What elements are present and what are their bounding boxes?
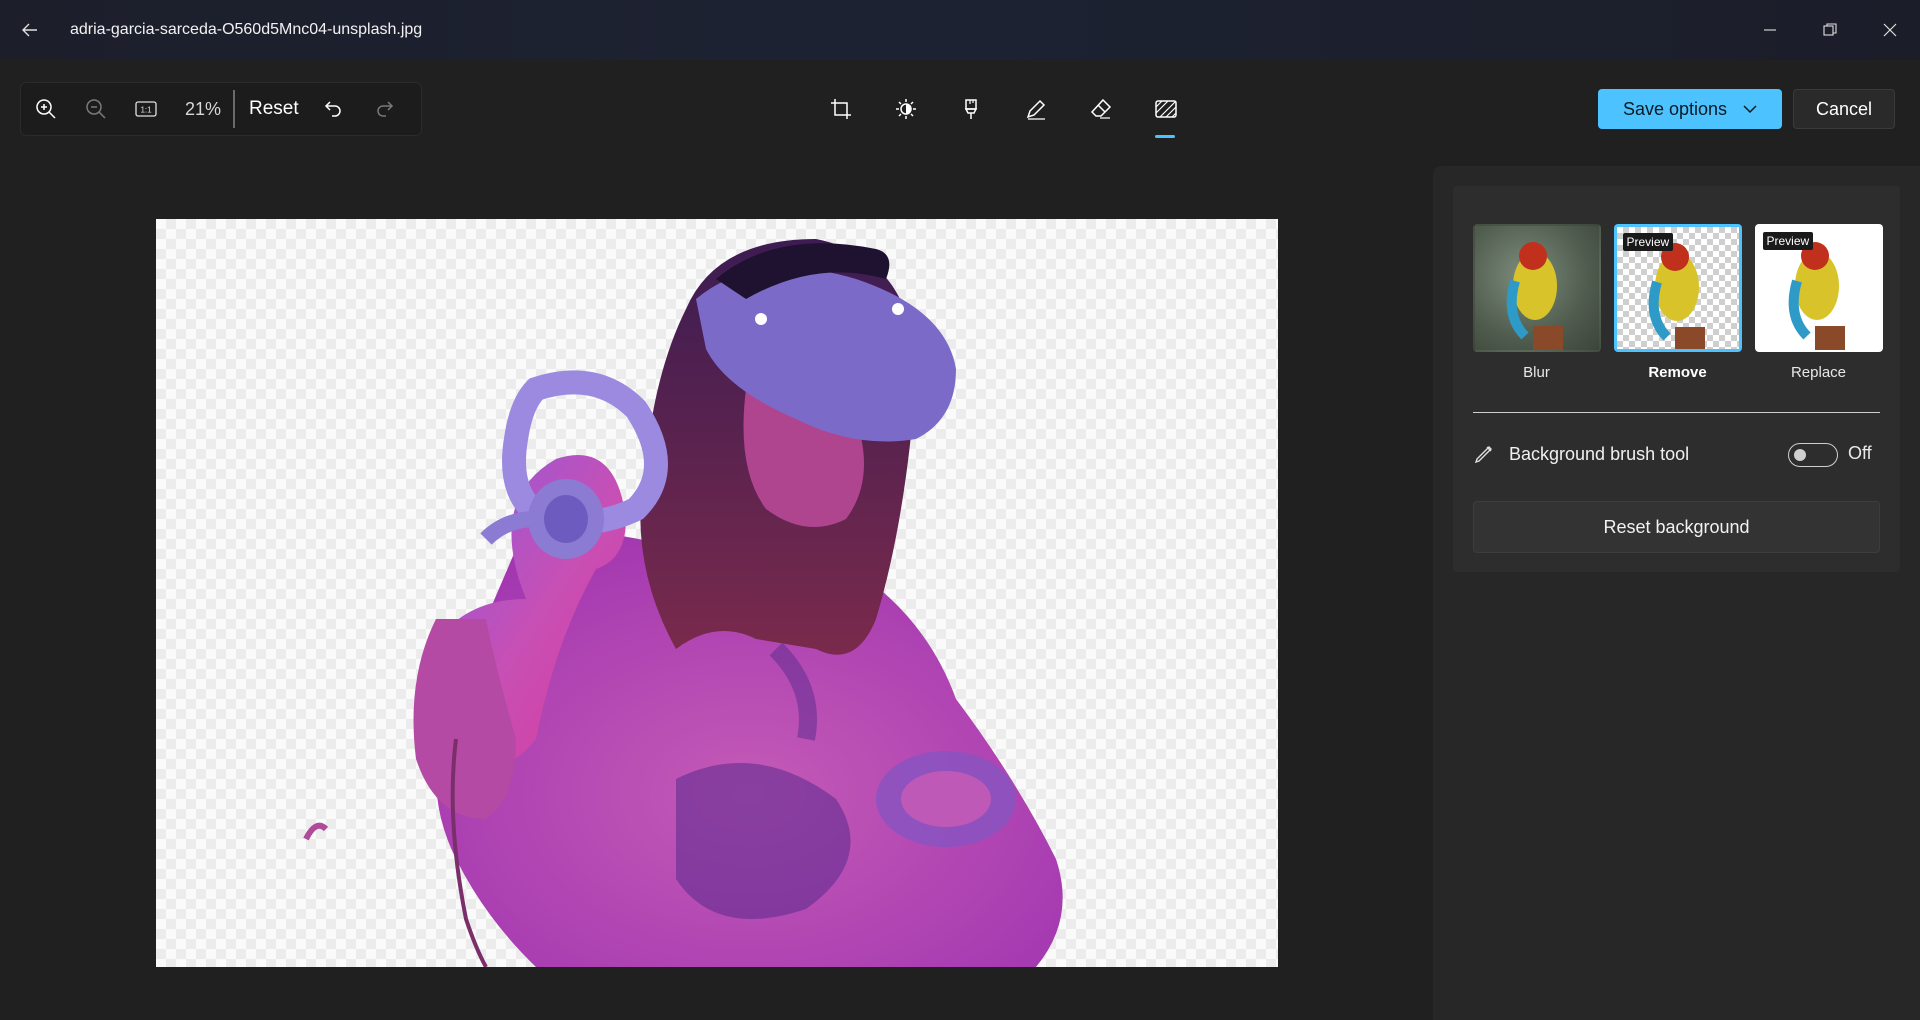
actual-size-button[interactable]: 1:1 xyxy=(121,82,171,136)
preview-badge: Preview xyxy=(1622,233,1674,251)
edit-tools xyxy=(808,82,1198,140)
crop-tool[interactable] xyxy=(808,82,873,136)
background-brush-toggle[interactable] xyxy=(1788,443,1838,467)
minimize-icon xyxy=(1764,29,1776,31)
adjustment-tool[interactable] xyxy=(873,82,938,136)
save-options-label: Save options xyxy=(1622,98,1728,119)
chevron-down-icon xyxy=(1743,105,1757,114)
window-controls xyxy=(1740,0,1920,60)
reset-button[interactable]: Reset xyxy=(239,98,309,120)
restore-icon xyxy=(1823,23,1837,36)
crop-icon xyxy=(830,99,851,119)
blur-label: Blur xyxy=(1523,364,1550,381)
title-bar: adria-garcia-sarceda-O560d5Mnc04-unsplas… xyxy=(0,0,1920,60)
remove-thumbnail[interactable]: Preview xyxy=(1613,224,1742,352)
divider xyxy=(1473,412,1880,413)
filter-icon xyxy=(964,99,977,119)
background-options: Blur Preview Remove Preview Replace xyxy=(1471,224,1884,381)
zoom-in-icon xyxy=(36,99,56,119)
undo-button[interactable] xyxy=(309,82,359,136)
close-button[interactable] xyxy=(1860,0,1920,60)
background-brush-label: Background brush tool xyxy=(1509,443,1690,464)
option-blur[interactable]: Blur xyxy=(1471,224,1602,381)
brightness-icon xyxy=(895,99,916,119)
close-icon xyxy=(1883,23,1897,37)
save-options-button[interactable]: Save options xyxy=(1598,89,1782,129)
file-name: adria-garcia-sarceda-O560d5Mnc04-unsplas… xyxy=(70,21,423,38)
zoom-level[interactable]: 21% xyxy=(171,99,229,120)
zoom-out-button[interactable] xyxy=(71,82,121,136)
pen-icon xyxy=(1026,99,1045,120)
remove-label: Remove xyxy=(1648,364,1707,381)
subject-cutout xyxy=(303,239,1063,967)
zoom-in-button[interactable] xyxy=(21,82,71,136)
toggle-knob xyxy=(1794,449,1806,461)
edited-image[interactable] xyxy=(156,219,1278,967)
back-arrow-icon xyxy=(22,23,37,37)
preview-badge: Preview xyxy=(1762,232,1814,250)
undo-icon xyxy=(324,101,341,117)
redo-button[interactable] xyxy=(359,82,409,136)
replace-label: Replace xyxy=(1790,364,1847,381)
background-icon xyxy=(1154,100,1177,118)
toolbar-divider xyxy=(233,90,235,128)
option-remove[interactable]: Preview Remove xyxy=(1612,224,1743,381)
background-panel: Blur Preview Remove Preview Replace Back… xyxy=(1433,166,1920,1020)
restore-button[interactable] xyxy=(1800,0,1860,60)
canvas-area xyxy=(0,160,1432,1020)
cancel-button[interactable]: Cancel xyxy=(1793,89,1895,129)
redo-icon xyxy=(376,101,393,117)
option-replace[interactable]: Preview Replace xyxy=(1753,224,1884,381)
background-brush-row: Background brush tool Off xyxy=(1473,434,1880,474)
actual-size-icon: 1:1 xyxy=(135,101,157,117)
eraser-icon xyxy=(1090,98,1111,119)
filter-tool[interactable] xyxy=(938,82,1003,136)
zoom-out-icon xyxy=(86,99,106,119)
markup-tool[interactable] xyxy=(1003,82,1068,136)
back-button[interactable] xyxy=(0,0,60,60)
blur-thumbnail[interactable] xyxy=(1472,224,1601,352)
background-options-card: Blur Preview Remove Preview Replace Back… xyxy=(1453,186,1900,572)
reset-background-button[interactable]: Reset background xyxy=(1473,501,1880,553)
minimize-button[interactable] xyxy=(1740,0,1800,60)
erase-tool[interactable] xyxy=(1068,82,1133,136)
replace-thumbnail[interactable]: Preview xyxy=(1754,224,1883,352)
actual-size-label: 1:1 xyxy=(140,106,152,115)
background-tool[interactable] xyxy=(1133,82,1198,138)
parrot-image xyxy=(1506,242,1563,350)
brush-icon xyxy=(1474,446,1492,464)
zoom-toolbar: 1:1 21% Reset xyxy=(20,82,422,136)
toggle-state: Off xyxy=(1848,443,1872,463)
